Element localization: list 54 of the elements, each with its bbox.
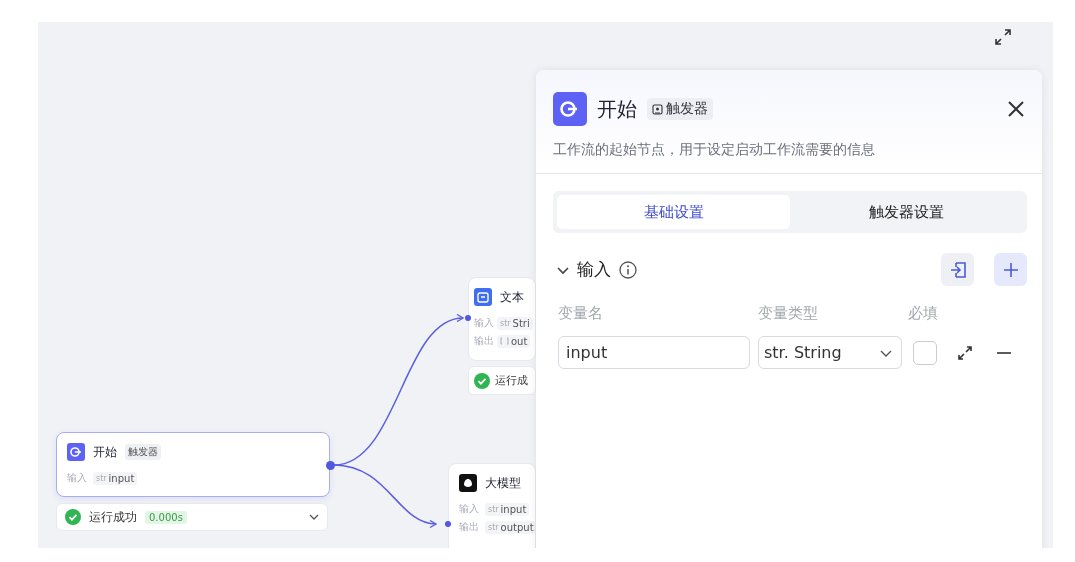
- variable-chip: str Stri: [497, 316, 533, 330]
- node-title: 文本: [500, 288, 524, 306]
- node-tag: 触发器: [125, 444, 161, 460]
- row-label: 输入: [67, 471, 87, 485]
- variable-chip: str input: [485, 502, 530, 516]
- plus-icon: [1001, 260, 1020, 279]
- tab[interactable]: 基础设置: [557, 195, 790, 229]
- tag-icon: [652, 103, 663, 115]
- import-icon: [948, 260, 967, 279]
- connection-port[interactable]: [325, 460, 335, 470]
- run-status-bar[interactable]: 运行成功 0.000s: [56, 503, 328, 531]
- model-icon: [459, 474, 477, 492]
- workflow-node[interactable]: 开始 触发器 输入 str input: [56, 432, 330, 497]
- fullscreen-icon[interactable]: [994, 28, 1012, 46]
- trigger-tag: 触发器: [647, 98, 713, 120]
- plug-icon: [553, 92, 587, 126]
- column-header: 变量名: [558, 304, 604, 323]
- array-icon: [500, 337, 509, 345]
- success-icon: [474, 372, 490, 389]
- workflow-node[interactable]: 大模型 输入 str input 输出 str output: [448, 463, 536, 548]
- required-checkbox[interactable]: [913, 340, 937, 365]
- plug-icon: [67, 443, 85, 461]
- node-title: 大模型: [485, 474, 521, 492]
- panel-title: 开始: [597, 95, 637, 123]
- tab[interactable]: 触发器设置: [790, 195, 1023, 229]
- success-icon: [65, 509, 81, 525]
- chevron-icon[interactable]: [309, 512, 319, 522]
- row-label: 输出: [474, 334, 494, 348]
- status-text: 运行成功: [89, 508, 137, 526]
- duration-badge: 0.000s: [145, 510, 187, 524]
- column-header: 必填: [908, 304, 939, 323]
- workflow-node[interactable]: 文本 输入 str Stri 输出 out: [468, 277, 536, 361]
- run-status-bar[interactable]: 运行成: [468, 366, 536, 395]
- row-label: 输入: [474, 316, 494, 330]
- expand-icon[interactable]: [957, 344, 973, 361]
- variable-chip: out: [497, 334, 531, 348]
- type-select[interactable]: str. String: [758, 336, 902, 369]
- variable-chip: str output: [485, 520, 535, 534]
- close-button[interactable]: [1006, 99, 1026, 119]
- add-button[interactable]: [994, 253, 1027, 286]
- variable-chip: str input: [93, 471, 138, 485]
- name-input-field[interactable]: input: [558, 336, 750, 369]
- section-title: 输入: [577, 258, 611, 281]
- connection-port[interactable]: [445, 521, 451, 527]
- connection-port[interactable]: [465, 315, 471, 321]
- node-title: 开始: [93, 443, 117, 461]
- status-text: 运行成: [495, 373, 528, 388]
- panel-description: 工作流的起始节点，用于设定启动工作流需要的信息: [553, 140, 876, 159]
- column-header: 变量类型: [758, 304, 819, 323]
- info-icon[interactable]: [619, 260, 637, 279]
- row-label: 输出: [459, 520, 479, 534]
- import-button[interactable]: [941, 253, 974, 286]
- document-icon: [474, 288, 492, 306]
- row-label: 输入: [459, 502, 479, 516]
